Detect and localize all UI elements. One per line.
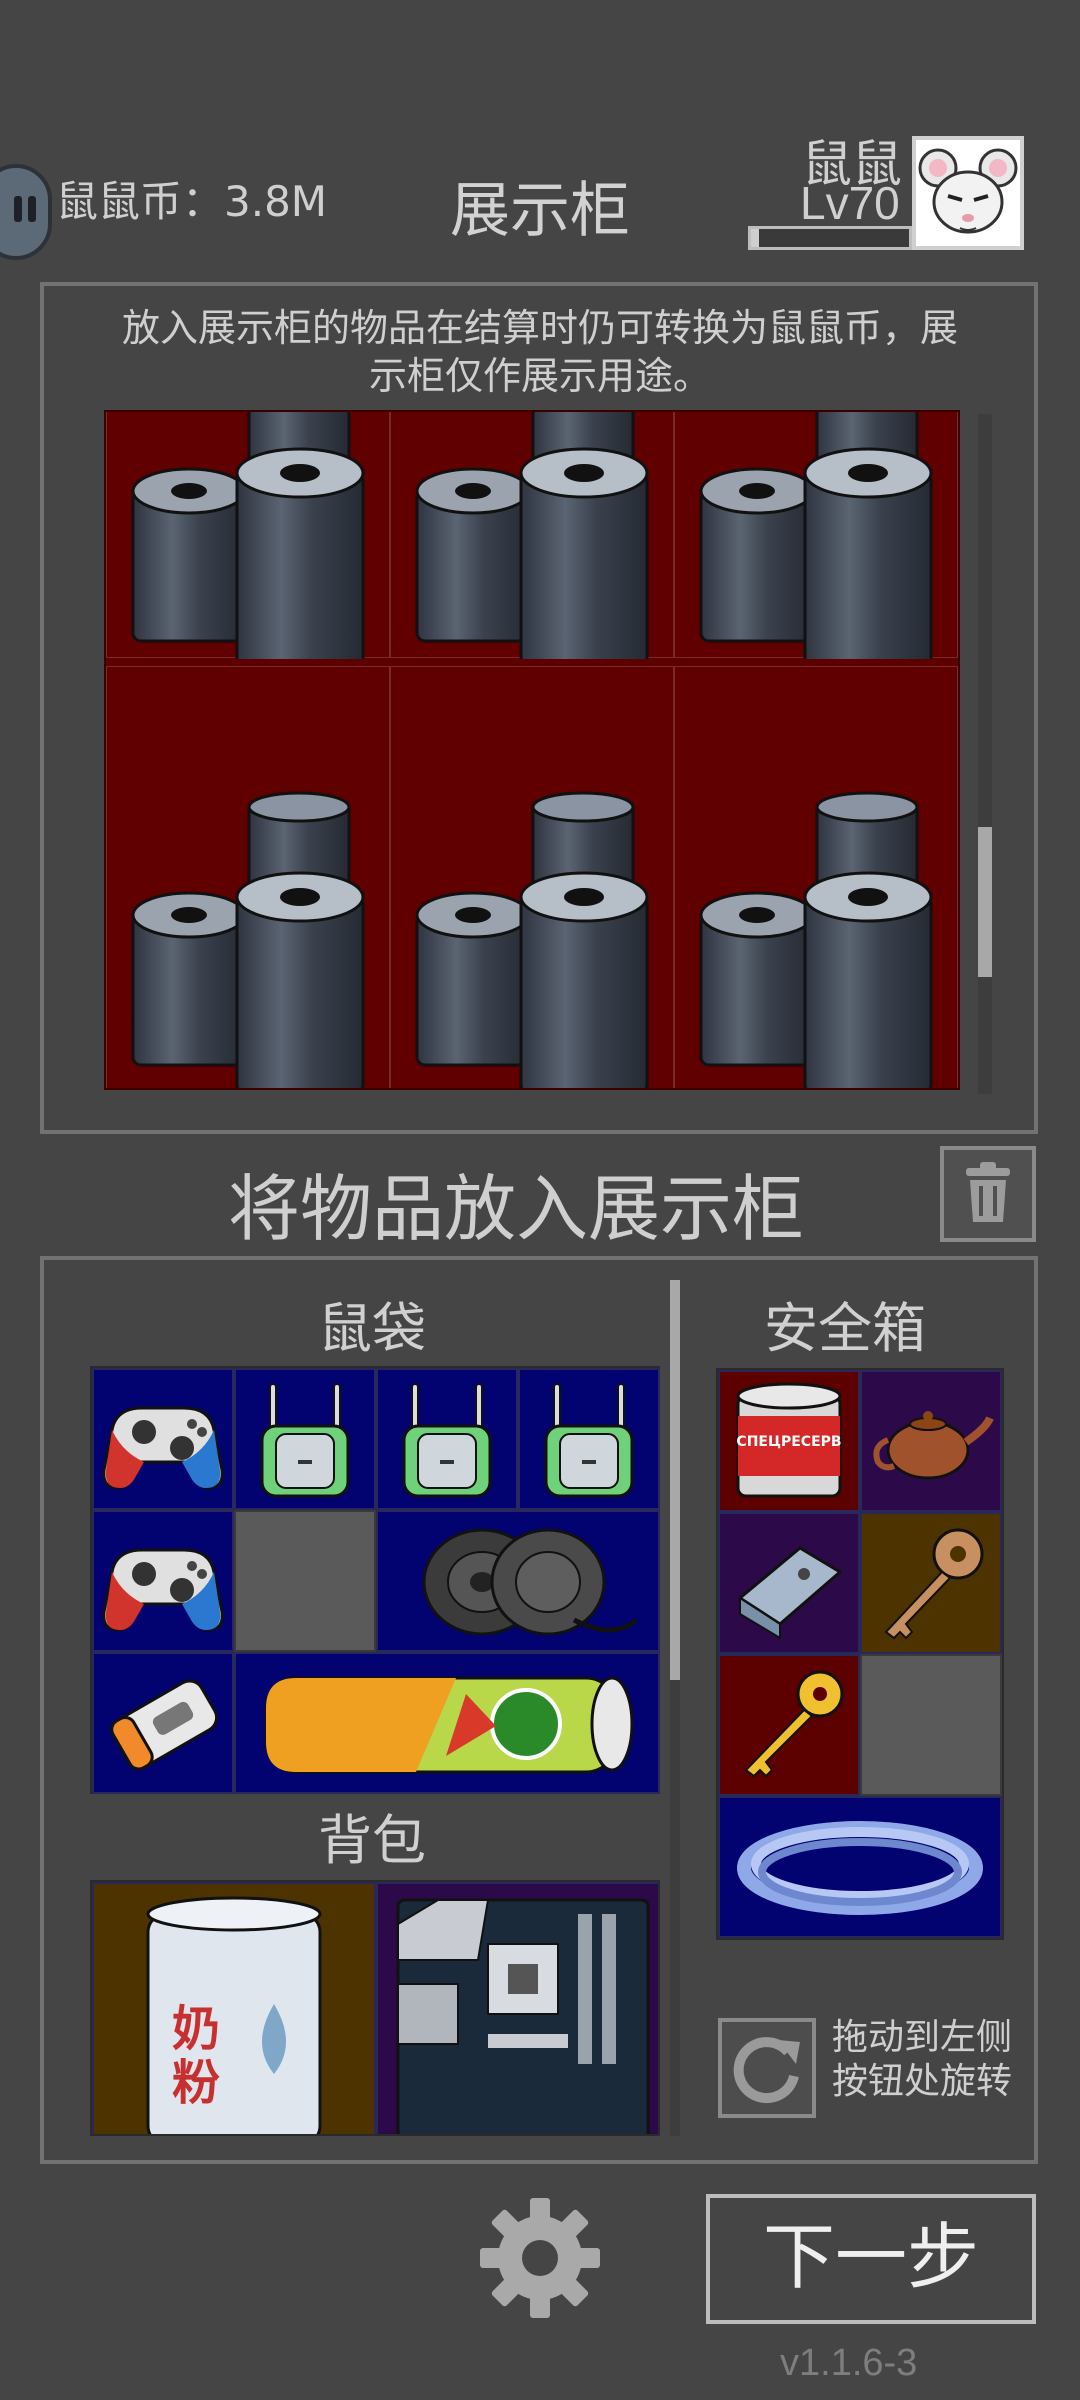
version-label: v1.1.6-3 <box>780 2342 918 2384</box>
motherboard-slot[interactable] <box>376 1882 658 2134</box>
rotate-button[interactable] <box>718 2018 816 2118</box>
xp-progress-fill <box>751 229 759 247</box>
avatar[interactable] <box>912 136 1024 250</box>
rotate-hint-line2: 按钮处旋转 <box>832 2061 1013 2102</box>
cabinet-slot[interactable] <box>674 666 958 1088</box>
trash-button[interactable] <box>940 1146 1036 1242</box>
page-title: 展示柜 <box>450 176 630 246</box>
settings-button[interactable] <box>474 2192 606 2324</box>
backpack-title: 背包 <box>318 1809 426 1872</box>
gold-key-icon <box>744 1670 844 1778</box>
router-slot[interactable] <box>234 1368 376 1510</box>
cabinet-slot[interactable] <box>674 412 958 659</box>
safe-box-grid[interactable]: СПЕЦРЕСЕРВ <box>716 1368 1004 1940</box>
cabinet-note: 放入展示柜的物品在结算时仍可转换为鼠鼠币，展示柜仅作展示用途。 <box>121 306 958 398</box>
chips-can-icon <box>264 1676 634 1774</box>
gamepad-slot[interactable] <box>92 1510 234 1652</box>
safe-box-title: 安全箱 <box>764 1297 926 1360</box>
drone-battery-icon <box>737 1546 843 1640</box>
tape-rolls-icon <box>699 412 933 659</box>
cabinet-slot[interactable] <box>390 412 674 659</box>
tape-rolls-icon <box>415 412 649 659</box>
trash-icon <box>966 1162 1010 1222</box>
speaker-icon <box>422 1528 638 1636</box>
coin-balance: 鼠鼠币：3.8M <box>56 177 328 226</box>
cabinet-slot[interactable] <box>390 666 674 1088</box>
empty-slot[interactable] <box>860 1654 1002 1796</box>
inventory-scrollbar[interactable] <box>670 1280 680 2136</box>
cabinet-slot[interactable] <box>106 412 390 659</box>
rotate-hint: 拖动到左侧 按钮处旋转 <box>832 2016 1012 2104</box>
empty-slot[interactable] <box>234 1510 376 1652</box>
speaker-slot[interactable] <box>376 1510 660 1652</box>
cabinet-scrollbar[interactable] <box>978 414 992 1094</box>
rat-bag-grid[interactable] <box>90 1366 660 1794</box>
wifi-router-icon <box>260 1383 350 1498</box>
gold-key-slot[interactable] <box>718 1654 860 1796</box>
cable-coil-slot[interactable] <box>718 1796 1002 1938</box>
gamepad-icon <box>102 1548 224 1632</box>
wifi-router-icon <box>402 1383 492 1498</box>
drone-battery-slot[interactable] <box>718 1512 860 1654</box>
gamepad-slot[interactable] <box>92 1368 234 1510</box>
rotate-icon <box>733 2037 800 2104</box>
motherboard-icon <box>396 1898 650 2134</box>
milk-powder-icon <box>146 1896 322 2134</box>
copper-key-slot[interactable] <box>860 1512 1002 1654</box>
chips-can-slot[interactable] <box>234 1652 660 1794</box>
power-bank-icon <box>110 1679 219 1771</box>
xp-progress-bar <box>748 226 912 250</box>
tape-rolls-icon <box>131 412 365 659</box>
wifi-router-icon <box>544 1383 634 1498</box>
teapot-slot[interactable] <box>860 1370 1002 1512</box>
rat-bag-title: 鼠袋 <box>318 1297 426 1360</box>
canned-food-label: СПЕЦРЕСЕРВ <box>736 1434 842 1450</box>
gear-icon <box>480 2198 600 2318</box>
tape-rolls-icon <box>699 791 933 1088</box>
cable-coil-icon <box>737 1821 983 1915</box>
cabinet-scroll-thumb[interactable] <box>978 827 992 977</box>
cabinet-slot[interactable] <box>106 666 390 1088</box>
teapot-icon <box>873 1411 994 1480</box>
milk-powder-label: 奶粉 <box>172 2001 221 2111</box>
milk-powder-slot[interactable]: 奶粉 <box>92 1882 376 2134</box>
gamepad-icon <box>102 1406 224 1490</box>
mouse-avatar-icon <box>916 140 1020 246</box>
router-slot[interactable] <box>376 1368 518 1510</box>
router-slot[interactable] <box>518 1368 660 1510</box>
canned-food-slot[interactable]: СПЕЦРЕСЕРВ <box>718 1370 860 1512</box>
tape-rolls-icon <box>415 791 649 1088</box>
pause-button[interactable] <box>0 164 52 260</box>
power-bank-slot[interactable] <box>92 1652 234 1794</box>
backpack-grid[interactable]: 奶粉 <box>90 1880 660 2136</box>
next-step-button[interactable]: 下一步 <box>706 2194 1036 2324</box>
rotate-hint-line1: 拖动到左侧 <box>832 2017 1013 2058</box>
copper-key-icon <box>884 1528 984 1640</box>
player-level: Lv70 <box>800 177 900 229</box>
inventory-scroll-thumb[interactable] <box>670 1280 680 1680</box>
tape-rolls-icon <box>131 791 365 1088</box>
put-into-cabinet-label: 将物品放入展示柜 <box>228 1167 805 1251</box>
cabinet-grid[interactable] <box>104 410 960 1090</box>
